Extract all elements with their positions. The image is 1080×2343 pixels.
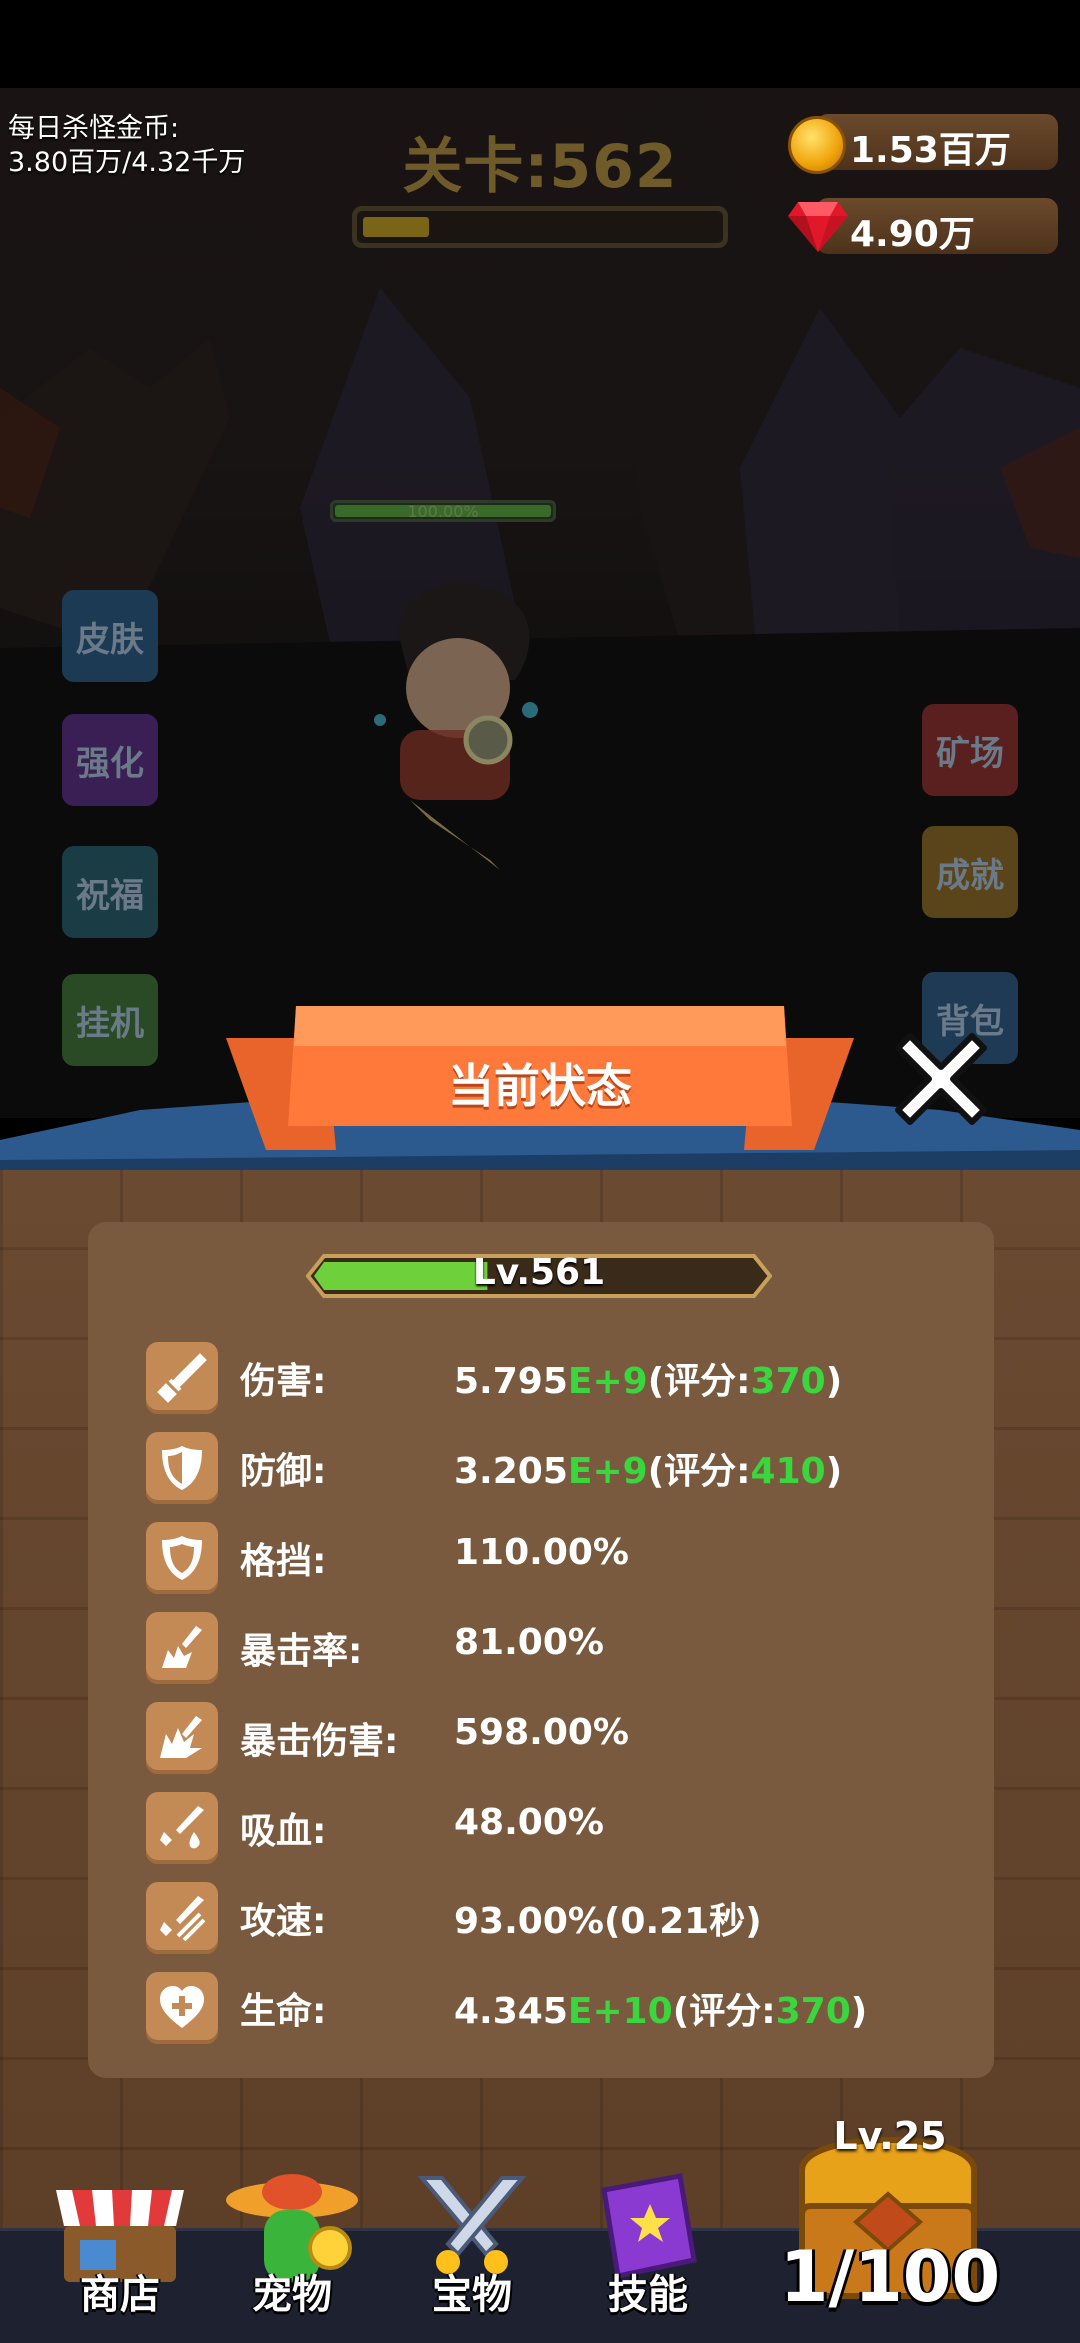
sword-icon [146, 1342, 218, 1414]
crit-damage-icon [146, 1702, 218, 1774]
stat-value: 81.00% [454, 1622, 604, 1663]
nav-label: 商店 [80, 2272, 160, 2318]
stat-value: 48.00% [454, 1802, 604, 1843]
gem-counter[interactable]: 4.90万 [816, 198, 1058, 255]
stat-row-life: 生命: 4.345E+10(评分:370) [146, 1972, 966, 2044]
level-label: Lv.561 [472, 1252, 606, 1293]
stat-label: 攻速: [240, 1901, 327, 1942]
lifesteal-icon [146, 1792, 218, 1864]
achievement-button[interactable]: 成就 [922, 826, 1018, 918]
close-icon[interactable] [880, 1018, 1002, 1140]
stat-value: 93.00%(0.21秒) [454, 1901, 762, 1942]
stat-value: 598.00% [454, 1712, 629, 1753]
nav-label: 技能 [608, 2272, 688, 2318]
status-bar [0, 0, 1080, 88]
nav-skill[interactable]: 技能 [568, 2170, 728, 2320]
chest-count: 1/100 [779, 2236, 1001, 2318]
gold-coin-icon [788, 116, 846, 174]
nav-shop[interactable]: 商店 [40, 2170, 200, 2320]
daily-gold-info: 每日杀怪金币: 3.80百万/4.32千万 [8, 112, 245, 180]
stat-label: 暴击伤害: [240, 1721, 399, 1762]
stat-value: 4.345E+10(评分:370) [454, 1991, 868, 2032]
nav-pet[interactable]: 宠物 [212, 2170, 372, 2320]
stat-row-crit-damage: 暴击伤害: 598.00% [146, 1702, 966, 1774]
stat-label: 防御: [240, 1451, 327, 1492]
stat-label: 格挡: [240, 1541, 327, 1582]
crit-burst-icon [146, 1612, 218, 1684]
daily-gold-value: 3.80百万/4.32千万 [8, 147, 246, 178]
block-shield-icon [146, 1522, 218, 1594]
enhance-button[interactable]: 强化 [62, 714, 158, 806]
daily-gold-label: 每日杀怪金币: [8, 113, 180, 144]
gold-counter[interactable]: 1.53百万 [816, 114, 1058, 171]
stat-label: 伤害: [240, 1361, 327, 1402]
stat-row-lifesteal: 吸血: 48.00% [146, 1792, 966, 1864]
stage-title: 关卡:562 [402, 132, 678, 202]
heart-plus-icon [146, 1972, 218, 2044]
attack-speed-icon [146, 1882, 218, 1954]
stage-progress-fill [363, 217, 429, 237]
dialog-title: 当前状态 [448, 1059, 632, 1113]
hero-hp-text: 100.00% [407, 502, 479, 521]
stat-row-crit-rate: 暴击率: 81.00% [146, 1612, 966, 1684]
mine-button[interactable]: 矿场 [922, 704, 1018, 796]
stat-label: 吸血: [240, 1811, 327, 1852]
stat-value: 3.205E+9(评分:410) [454, 1451, 843, 1492]
stat-value: 5.795E+9(评分:370) [454, 1361, 843, 1402]
stat-row-attack-speed: 攻速: 93.00%(0.21秒) [146, 1882, 966, 1954]
stat-row-defense: 防御: 3.205E+9(评分:410) [146, 1432, 966, 1504]
nav-label: 宠物 [252, 2272, 332, 2318]
gem-value: 4.90万 [850, 214, 975, 255]
nav-label: 宝物 [432, 2272, 512, 2318]
blessing-button[interactable]: 祝福 [62, 846, 158, 938]
chest-level: Lv.25 [833, 2114, 947, 2158]
ruby-gem-icon [788, 202, 848, 252]
hero-hp-bar: 100.00% [330, 500, 556, 522]
shield-icon [146, 1432, 218, 1504]
stat-label: 暴击率: [240, 1631, 363, 1672]
nav-treasure[interactable]: 宝物 [392, 2170, 552, 2320]
stat-value: 110.00% [454, 1532, 629, 1573]
skin-button[interactable]: 皮肤 [62, 590, 158, 682]
stat-row-block: 格挡: 110.00% [146, 1522, 966, 1594]
hero-character [374, 583, 538, 885]
stat-label: 生命: [240, 1991, 327, 2032]
stage-progress-bar [352, 206, 728, 248]
stat-row-damage: 伤害: 5.795E+9(评分:370) [146, 1342, 966, 1414]
gold-value: 1.53百万 [850, 130, 1011, 171]
